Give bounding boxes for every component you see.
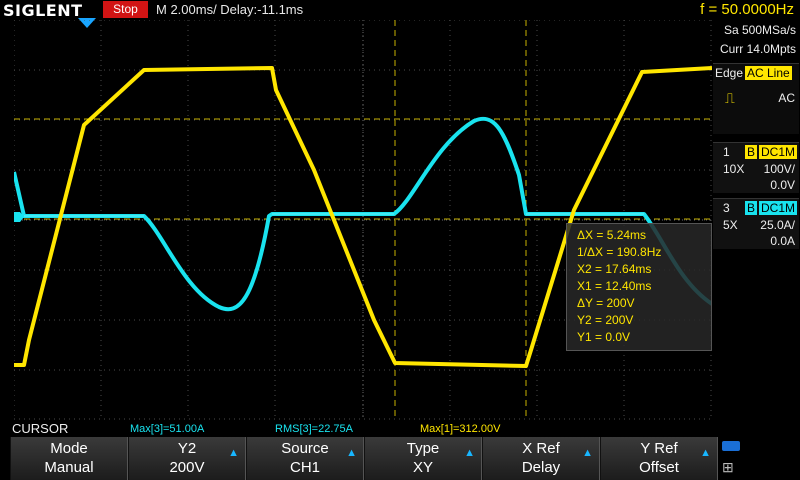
channel-3-info[interactable]: 3 B DC1M 5X 25.0A/ 0.0A [713,198,799,249]
cursor-y2-value: Y2 = 200V [577,313,634,327]
softkey-xref[interactable]: X Ref Delay ▲ [482,437,600,480]
trigger-type-label: Edge [715,66,744,80]
cursor-y1-value: Y1 = 0.0V [577,330,631,344]
cursor-inverse-delta-x: 1/ΔX = 190.8Hz [577,245,662,259]
channel-3-coupling: DC1M [759,201,798,215]
softkey-bar: Mode Manual Y2 200V ▲ Source CH1 ▲ Type … [0,437,800,480]
timebase-readout[interactable]: M 2.00ms/ Delay:-11.1ms [156,1,303,19]
softkey-y2[interactable]: Y2 200V ▲ [128,437,246,480]
softkey-type[interactable]: Type XY ▲ [364,437,482,480]
cursor-x1-value: X1 = 12.40ms [577,279,652,293]
top-bar: SIGLENT Stop M 2.00ms/ Delay:-11.1ms f =… [0,0,800,20]
softkey-mode-title: Mode [50,440,88,457]
channel-3-bw-limit: B [745,201,758,215]
channel-1-probe: 10X [723,162,745,176]
status-bar: CURSOR Max[3]=51.00A RMS[3]=22.75A Max[1… [0,420,800,436]
knob-adjust-icon: ▲ [464,447,475,459]
cursor-x2-value: X2 = 17.64ms [577,262,652,276]
channel-3-marker-label: 3 [2,211,8,222]
center-axes [14,20,712,420]
knob-adjust-icon: ▲ [228,447,239,459]
softkey-y2-value: 200V [169,459,205,476]
knob-adjust-icon: ▲ [582,447,593,459]
trigger-coupling: AC [778,91,795,105]
channel-3-offset: 0.0A [770,234,795,248]
waveform-display[interactable] [14,20,712,420]
measurement-rms-ch3: RMS[3]=22.75A [275,423,353,435]
run-stop-status[interactable]: Stop [103,1,148,18]
memory-depth: Curr 14.0Mpts [719,42,796,56]
knob-adjust-icon: ▲ [700,447,711,459]
softkey-yref-value: Offset [639,459,679,476]
softkey-type-value: XY [412,459,433,476]
channel-1-coupling: DC1M [759,145,798,159]
menu-mode-label: CURSOR [12,421,69,436]
channel-3-probe: 5X [723,218,738,232]
cursor-delta-x: ΔX = 5.24ms [577,228,647,242]
storage-icon[interactable] [722,441,740,451]
softkey-mode-value: Manual [44,459,94,476]
softkey-xref-value: Delay [521,459,561,476]
channel-3-scale: 25.0A/ [760,218,795,232]
knob-adjust-icon: ▲ [346,447,357,459]
channel-1-scale: 100V/ [763,162,795,176]
channel-1-info[interactable]: 1 B DC1M 10X 100V/ 0.0V [713,142,799,193]
softkey-source[interactable]: Source CH1 ▲ [246,437,364,480]
sample-rate: Sa 500MSa/s [723,23,796,37]
right-info-panel: Sa 500MSa/s Curr 14.0Mpts Edge AC Line ⎍… [713,20,800,420]
trigger-panel[interactable]: Edge AC Line ⎍ AC [713,63,799,134]
cursor-delta-y: ΔY = 200V [577,296,635,310]
network-icon[interactable]: ⊞ [722,459,734,476]
frequency-counter: f = 50.0000Hz [700,1,794,18]
measurement-max-ch3: Max[3]=51.00A [130,423,205,435]
rising-edge-icon: ⎍ [725,90,735,106]
channel-1-number: 1 [723,145,730,159]
channel-3-number: 3 [723,201,730,215]
channel-1-offset: 0.0V [770,178,795,192]
softkey-source-value: CH1 [289,459,320,476]
brand-logo: SIGLENT [3,1,83,20]
trigger-source: AC Line [745,66,792,80]
measurement-max-ch1: Max[1]=312.00V [420,423,501,435]
channel-1-bw-limit: B [745,145,758,159]
cursor-readout-panel: ΔX = 5.24ms 1/ΔX = 190.8Hz X2 = 17.64ms … [566,223,712,351]
softkey-mode[interactable]: Mode Manual [10,437,128,480]
softkey-yref[interactable]: Y Ref Offset ▲ [600,437,718,480]
